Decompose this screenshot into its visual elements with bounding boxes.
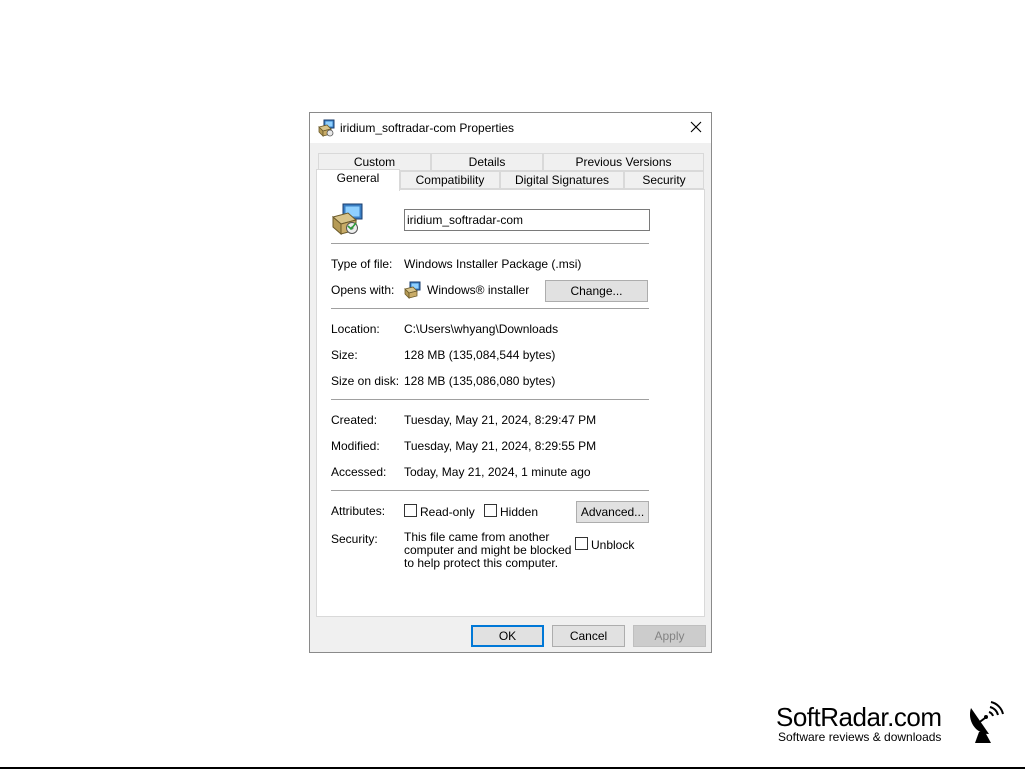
opens-with-label: Opens with: — [331, 283, 395, 297]
msi-file-icon — [331, 203, 363, 236]
type-of-file-label: Type of file: — [331, 257, 393, 271]
type-of-file-value: Windows Installer Package (.msi) — [404, 257, 582, 271]
modified-value: Tuesday, May 21, 2024, 8:29:55 PM — [404, 439, 597, 453]
separator — [331, 399, 649, 400]
hidden-checkbox[interactable] — [484, 504, 497, 517]
size-label: Size: — [331, 348, 358, 362]
readonly-checkbox[interactable] — [404, 504, 417, 517]
hidden-label[interactable]: Hidden — [500, 505, 538, 519]
readonly-label[interactable]: Read-only — [420, 505, 475, 519]
opens-with-value: Windows® installer — [427, 283, 530, 297]
apply-button[interactable]: Apply — [633, 625, 706, 647]
general-panel: Type of file: Windows Installer Package … — [316, 189, 705, 617]
separator — [331, 308, 649, 309]
close-icon — [690, 121, 702, 133]
location-value: C:\Users\whyang\Downloads — [404, 322, 559, 336]
accessed-label: Accessed: — [331, 465, 387, 479]
size-on-disk-label: Size on disk: — [331, 374, 400, 388]
attributes-label: Attributes: — [331, 504, 386, 518]
modified-label: Modified: — [331, 439, 380, 453]
tab-digital-signatures[interactable]: Digital Signatures — [500, 171, 624, 189]
tab-details[interactable]: Details — [431, 153, 543, 171]
ok-button[interactable]: OK — [471, 625, 544, 647]
window-title: iridium_softradar-com Properties — [340, 121, 515, 135]
accessed-value: Today, May 21, 2024, 1 minute ago — [404, 465, 591, 479]
file-name-input[interactable] — [404, 209, 650, 231]
size-on-disk-value: 128 MB (135,086,080 bytes) — [404, 374, 556, 388]
cancel-button[interactable]: Cancel — [552, 625, 625, 647]
size-value: 128 MB (135,084,544 bytes) — [404, 348, 556, 362]
tab-security[interactable]: Security — [624, 171, 704, 189]
change-button[interactable]: Change... — [545, 280, 648, 302]
advanced-button[interactable]: Advanced... — [576, 501, 649, 523]
separator — [331, 490, 649, 491]
installer-package-icon — [318, 119, 335, 137]
tab-compatibility[interactable]: Compatibility — [400, 171, 500, 189]
title-bar[interactable]: iridium_softradar-com Properties — [310, 113, 711, 143]
security-message: This file came from another computer and… — [404, 530, 572, 570]
unblock-label[interactable]: Unblock — [591, 538, 634, 552]
softradar-brand: SoftRadar.com — [776, 702, 942, 732]
properties-dialog: iridium_softradar-com Properties Custom … — [309, 112, 712, 653]
location-label: Location: — [331, 322, 380, 336]
security-label: Security: — [331, 532, 378, 546]
windows-installer-icon — [404, 281, 421, 299]
softradar-tagline: Software reviews & downloads — [778, 730, 942, 744]
unblock-checkbox[interactable] — [575, 537, 588, 550]
tab-previous-versions[interactable]: Previous Versions — [543, 153, 704, 171]
created-value: Tuesday, May 21, 2024, 8:29:47 PM — [404, 413, 597, 427]
satellite-dish-icon — [969, 701, 1004, 743]
separator — [331, 243, 649, 244]
created-label: Created: — [331, 413, 378, 427]
close-button[interactable] — [681, 113, 711, 143]
tab-general[interactable]: General — [316, 169, 400, 191]
